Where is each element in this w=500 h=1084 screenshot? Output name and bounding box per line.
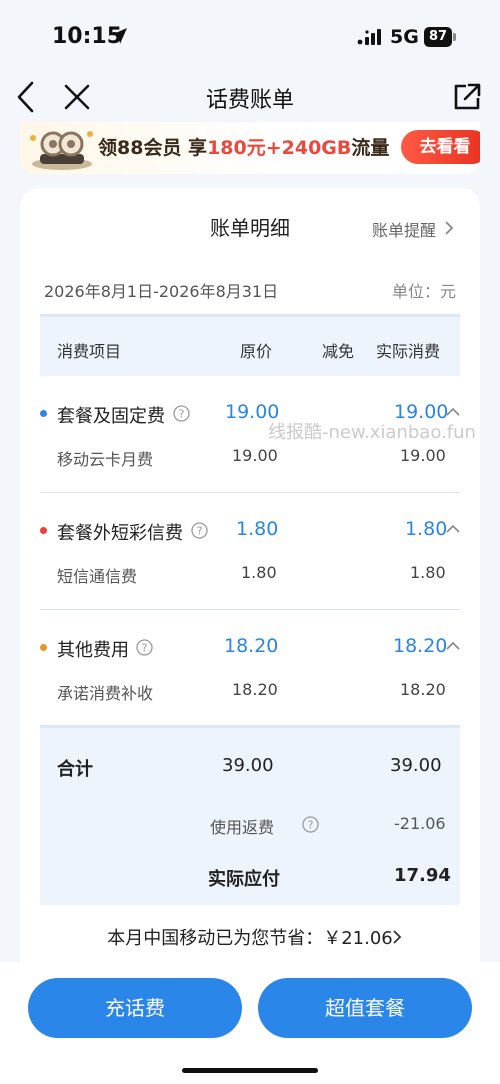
category-dot [40, 410, 47, 417]
banner-text-prefix: 领88会员 享 [98, 137, 208, 159]
status-bar: 10:15 5G 87 [0, 0, 500, 72]
total-label: 合计 [57, 759, 93, 780]
bill-total-box: 合计 39.00 39.00 使用返费 ? -21.06 实际应付 17.94 [40, 725, 460, 905]
bill-category-sms[interactable]: 套餐外短彩信费 ? 1.80 1.80 短信通信费 1.80 1.80 [40, 493, 460, 610]
category-name: 套餐及固定费 [57, 406, 165, 427]
banner-text: 领88会员 享180元+240GB流量 [98, 133, 389, 160]
chevron-up-icon[interactable] [446, 407, 460, 417]
bill-detail-card: 账单明细 账单提醒 2026年8月1日-2026年8月31日 单位：元 消费项目… [20, 188, 480, 968]
chevron-right-icon[interactable] [444, 221, 454, 235]
promo-banner[interactable]: 领88会员 享180元+240GB流量 去看看 [20, 122, 480, 174]
chevron-right-icon[interactable] [392, 930, 402, 944]
payable-value: 17.94 [394, 865, 451, 886]
sub-item-price: 18.20 [232, 680, 278, 699]
battery-icon: 87 [424, 27, 456, 47]
rebate-label: 使用返费 [210, 818, 275, 837]
table-header: 消费项目 原价 减免 实际消费 [40, 314, 460, 376]
svg-text:?: ? [179, 408, 185, 421]
column-price: 原价 [240, 342, 273, 361]
payable-label: 实际应付 [208, 869, 280, 890]
value-package-button[interactable]: 超值套餐 [258, 978, 472, 1038]
vip-88-logo-icon [30, 131, 93, 170]
battery-level: 87 [424, 27, 452, 47]
total-actual: 39.00 [390, 755, 442, 776]
bill-unit: 单位：元 [392, 282, 457, 301]
column-actual: 实际消费 [376, 342, 441, 361]
bill-period: 2026年8月1日-2026年8月31日 [44, 282, 279, 301]
saving-summary-link[interactable]: 本月中国移动已为您节省：￥21.06 [20, 924, 480, 950]
chevron-up-icon[interactable] [446, 641, 460, 651]
category-dot [40, 644, 47, 651]
signal-icon [357, 29, 381, 45]
page-title: 话费账单 [205, 88, 294, 113]
help-icon[interactable]: ? [191, 522, 208, 539]
column-discount: 减免 [322, 342, 355, 361]
sub-item-actual: 19.00 [400, 446, 446, 465]
category-actual: 1.80 [405, 518, 448, 540]
recharge-button[interactable]: 充话费 [28, 978, 242, 1038]
sub-item-name: 移动云卡月费 [57, 450, 154, 469]
sub-item-actual: 18.20 [400, 680, 446, 699]
help-icon[interactable]: ? [173, 405, 190, 422]
bottom-action-bar: 充话费 超值套餐 [0, 962, 500, 1084]
watermark-text: 线报酷-new.xianbao.fun [268, 422, 476, 443]
bill-remind-link[interactable]: 账单提醒 [372, 217, 436, 241]
chevron-up-icon[interactable] [446, 524, 460, 534]
svg-text:?: ? [197, 525, 203, 538]
category-price: 18.20 [224, 635, 279, 657]
share-icon[interactable] [452, 82, 482, 112]
category-name: 套餐外短彩信费 [57, 523, 183, 544]
column-item: 消费项目 [57, 342, 122, 361]
network-label: 5G [390, 26, 419, 48]
category-name: 其他费用 [57, 640, 129, 661]
help-icon[interactable]: ? [302, 816, 319, 833]
sub-item-price: 19.00 [232, 446, 278, 465]
rebate-value: -21.06 [394, 814, 446, 833]
category-price: 1.80 [236, 518, 279, 540]
bill-category-other[interactable]: 其他费用 ? 18.20 18.20 承诺消费补收 18.20 18.20 [40, 610, 460, 725]
sub-item-price: 1.80 [241, 563, 277, 582]
svg-text:?: ? [308, 819, 314, 832]
sub-item-actual: 1.80 [410, 563, 446, 582]
banner-text-highlight: 180元+240GB [207, 137, 352, 159]
category-dot [40, 527, 47, 534]
total-price: 39.00 [222, 755, 274, 776]
location-arrow-icon [111, 28, 127, 44]
category-actual: 18.20 [393, 635, 448, 657]
home-indicator [182, 1068, 318, 1073]
banner-text-suffix: 流量 [351, 137, 390, 159]
sub-item-name: 短信通信费 [57, 567, 138, 586]
nav-bar: 话费账单 [0, 72, 500, 122]
banner-view-button[interactable]: 去看看 [401, 130, 480, 164]
sub-item-name: 承诺消费补收 [57, 684, 154, 703]
help-icon[interactable]: ? [136, 639, 153, 656]
svg-text:?: ? [142, 642, 148, 655]
